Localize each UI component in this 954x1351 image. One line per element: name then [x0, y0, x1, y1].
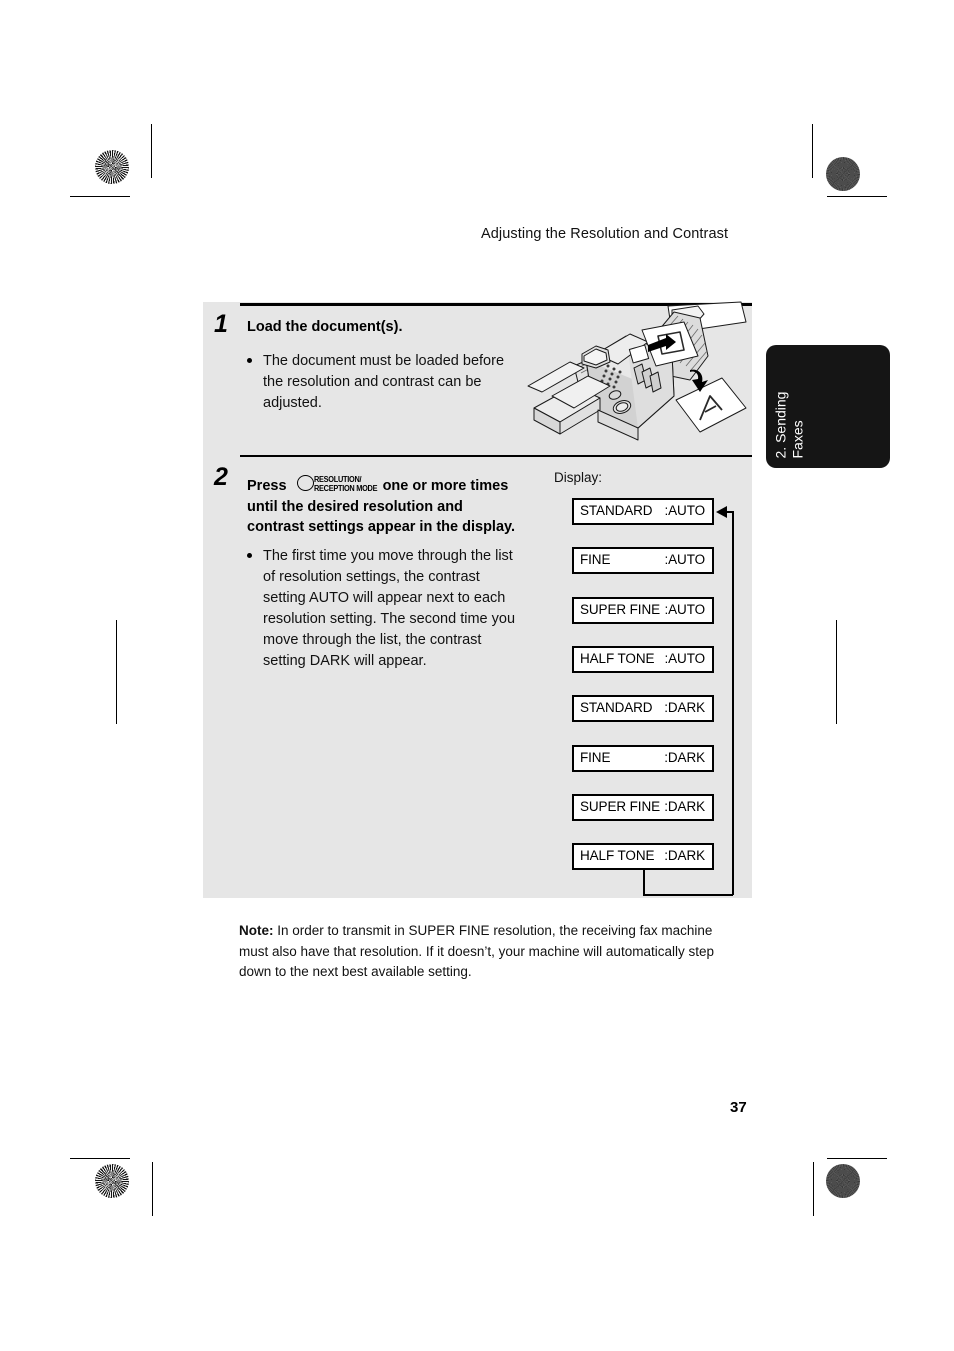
trim-line-bottom-right-vertical	[813, 1162, 815, 1216]
trim-line-top-right-horizontal	[827, 196, 887, 198]
flow-arrow-down-icon	[638, 773, 648, 795]
fax-machine-illustration	[522, 300, 754, 452]
flow-arrow-down-icon	[638, 625, 648, 647]
flow-box: SUPER FINE :AUTO	[572, 597, 714, 624]
flow-box-contrast: :DARK	[664, 700, 705, 715]
step-2-title-rest-text: until the desired resolution and contras…	[247, 499, 516, 535]
flow-box: HALF TONE :AUTO	[572, 646, 714, 673]
panel-divider-rule	[240, 455, 752, 457]
flow-box-mode: SUPER FINE	[580, 602, 661, 617]
step-1-bullet: The document must be loaded before the r…	[247, 351, 512, 414]
registration-mark-top-right-b	[810, 187, 874, 251]
halftone-star-target-bottom-right	[826, 1164, 860, 1198]
trim-line-mid-right-vertical	[836, 620, 838, 724]
resolution-reception-mode-button-icon[interactable]: RESOLUTION/ RECEPTION MODE	[296, 474, 377, 494]
registration-mark-top-right-a	[763, 136, 827, 200]
step-2-bullet: The first time you move through the list…	[247, 546, 522, 672]
bullet-dot-icon	[247, 553, 252, 558]
trim-line-top-left-vertical	[151, 124, 153, 178]
step-2-press-line: Press RESOLUTION/ RECEPTION MODE one or …	[247, 474, 508, 494]
registration-mark-bottom-left-a	[79, 1094, 143, 1158]
bullet-dot-icon	[247, 358, 252, 363]
step-2-number: 2	[214, 463, 228, 491]
trim-line-top-left-horizontal	[70, 196, 130, 198]
flow-box-mode: STANDARD	[580, 700, 653, 715]
halftone-star-target-top-left	[95, 150, 129, 184]
display-label: Display:	[554, 470, 603, 485]
keycap-line-1: RESOLUTION/	[313, 475, 362, 484]
flow-loop-right-segment	[732, 512, 734, 895]
trim-line-bottom-right-horizontal	[827, 1158, 887, 1160]
flow-box-contrast: :DARK	[664, 848, 705, 863]
flow-arrow-down-icon	[638, 674, 648, 696]
flow-box: STANDARD :AUTO	[572, 498, 714, 525]
registration-mark-bottom-left-b	[124, 1149, 188, 1213]
flow-box-mode: HALF TONE	[580, 651, 655, 666]
flow-box: FINE :DARK	[572, 745, 714, 772]
step-2-press-suffix: one or more times	[382, 478, 509, 494]
flow-loop-arrowhead-icon	[716, 506, 727, 518]
halftone-star-target-top-right	[826, 157, 860, 191]
page-number: 37	[730, 1099, 747, 1116]
flow-box: STANDARD :DARK	[572, 695, 714, 722]
flow-box-mode: STANDARD	[580, 503, 653, 518]
flow-box-contrast: :AUTO	[664, 651, 705, 666]
flow-box-contrast: :AUTO	[664, 503, 705, 518]
running-head: Adjusting the Resolution and Contrast	[481, 226, 729, 242]
note-block: Note: In order to transmit in SUPER FINE…	[239, 921, 739, 983]
flow-arrow-down-icon	[638, 526, 648, 548]
step-2-press-prefix: Press	[247, 478, 287, 494]
chapter-tab-line-2: Faxes	[789, 420, 806, 459]
oval-button-icon	[296, 475, 314, 491]
trim-line-top-right-vertical	[812, 124, 814, 178]
registration-mark-bottom-right-a	[810, 1094, 874, 1158]
note-text: In order to transmit in SUPER FINE resol…	[239, 923, 714, 979]
flow-loop-stub-down	[643, 870, 645, 896]
display-flowchart: STANDARD :AUTO FINE :AUTO SUPER FINE :AU…	[570, 498, 750, 896]
chapter-tab-text: 2. Sending Faxes	[765, 346, 889, 469]
flow-box: HALF TONE :DARK	[572, 843, 714, 870]
step-2-bullet-text: The first time you move through the list…	[263, 548, 516, 669]
chapter-tab: 2. Sending Faxes	[766, 345, 890, 468]
flow-box: SUPER FINE :DARK	[572, 794, 714, 821]
step-2-title-rest: until the desired resolution and contras…	[247, 497, 515, 537]
flow-arrow-down-icon	[638, 723, 648, 745]
keycap-line-2: RECEPTION MODE	[313, 484, 377, 493]
flow-arrow-down-icon	[638, 822, 648, 844]
step-1-title: Load the document(s).	[247, 319, 403, 335]
flow-box-mode: FINE	[580, 552, 611, 567]
trim-line-mid-left-vertical	[116, 620, 118, 724]
flow-box-mode: HALF TONE	[580, 848, 655, 863]
flow-box: FINE :AUTO	[572, 547, 714, 574]
flow-box-mode: FINE	[580, 750, 611, 765]
registration-mark-bottom-right-b	[763, 1149, 827, 1213]
step-1-bullet-text: The document must be loaded before the r…	[263, 353, 505, 411]
flow-loop-top-segment	[727, 511, 734, 513]
registration-mark-top-left-b	[79, 187, 143, 251]
halftone-star-target-bottom-left	[95, 1164, 129, 1198]
flow-arrow-down-icon	[638, 575, 648, 597]
chapter-tab-line-1: 2. Sending	[772, 391, 789, 459]
flow-box-contrast: :DARK	[664, 750, 705, 765]
flow-loop-bottom-segment	[643, 894, 733, 896]
registration-mark-top-left-a	[123, 137, 187, 201]
flow-box-contrast: :DARK	[664, 799, 705, 814]
registration-mark-mid-right	[805, 640, 869, 704]
flow-box-contrast: :AUTO	[664, 602, 705, 617]
note-label: Note:	[239, 923, 274, 938]
step-1-number: 1	[214, 310, 228, 338]
trim-line-bottom-left-horizontal	[70, 1158, 130, 1160]
flow-box-contrast: :AUTO	[664, 552, 705, 567]
trim-line-bottom-left-vertical	[152, 1162, 154, 1216]
flow-box-mode: SUPER FINE	[580, 799, 661, 814]
registration-mark-mid-left	[85, 640, 149, 704]
